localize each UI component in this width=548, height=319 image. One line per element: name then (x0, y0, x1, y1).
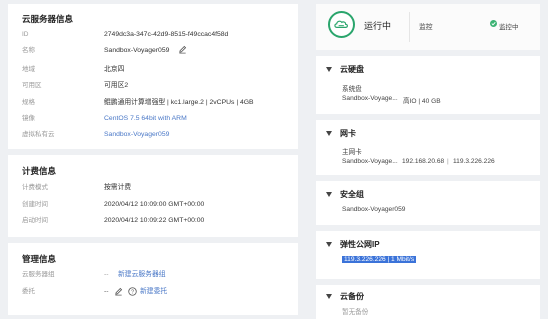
create-delegate-link[interactable]: 新建委托 (140, 287, 167, 297)
vpc-link[interactable]: Sandbox-Voyager059 (104, 130, 169, 140)
label-image: 镜像 (22, 115, 35, 122)
monitor-status-dot (490, 20, 497, 27)
security-group-link[interactable]: Sandbox-Voyager059 (342, 206, 405, 213)
info-row-az: 可用区 可用区2 (22, 81, 292, 91)
value-id: 2749dc3a-347c-42d9-8515-f49ccac4f58d (104, 31, 229, 38)
label-az: 可用区 (22, 82, 42, 89)
nic-name: Sandbox-Voyage... (342, 158, 398, 165)
label-vpc: 虚拟私有云 (22, 131, 55, 138)
backup-title[interactable]: 云备份 (340, 291, 364, 302)
server-info-card: 云服务器信息 ID 2749dc3a-347c-42d9-8515-f49cca… (8, 4, 298, 149)
label-started: 启动时间 (22, 217, 48, 224)
billing-row-mode: 计费模式 按需计费 (22, 183, 292, 193)
mgmt-row-delegate: 委托 -- ? 新建委托 (22, 287, 292, 297)
info-row-image: 镜像 CentOS 7.5 64bit with ARM (22, 114, 292, 124)
server-group-empty: -- (104, 271, 109, 278)
disk-card: 云硬盘 系统盘 Sandbox-Voyage... 高IO | 40 GB (316, 56, 540, 114)
create-server-group-link[interactable]: 新建云服务器组 (118, 270, 166, 280)
server-info-title: 云服务器信息 (22, 14, 74, 24)
nic-collapse-caret[interactable] (326, 131, 332, 136)
info-row-name: 名称 Sandbox-Voyager059 (22, 45, 292, 58)
management-title: 管理信息 (22, 254, 57, 264)
nic-title[interactable]: 网卡 (340, 128, 356, 139)
info-row-id: ID 2749dc3a-347c-42d9-8515-f49ccac4f58d (22, 30, 292, 40)
value-billing-mode: 按需计费 (104, 184, 132, 191)
edit-delegate-icon[interactable] (114, 287, 123, 300)
label-region: 地域 (22, 66, 35, 73)
info-row-flavor: 规格 鲲鹏通用计算增强型 | kc1.large.2 | 2vCPUs | 4G… (22, 98, 302, 108)
label-server-group: 云服务器组 (22, 271, 55, 278)
image-link[interactable]: CentOS 7.5 64bit with ARM (104, 114, 187, 124)
info-row-vpc: 虚拟私有云 Sandbox-Voyager059 (22, 130, 292, 140)
value-region: 北京四 (104, 66, 125, 73)
nic-private-ip: 192.168.20.68 (402, 158, 445, 165)
value-az: 可用区2 (104, 82, 129, 89)
value-started: 2020/04/12 10:09:22 GMT+00:00 (104, 217, 205, 224)
disk-name-link[interactable]: Sandbox-Voyage... (342, 95, 398, 102)
value-created: 2020/04/12 10:09:00 GMT+00:00 (104, 201, 205, 208)
eip-value[interactable]: 119.3.226.226 | 1 Mbit/s (342, 256, 417, 263)
value-flavor: 鲲鹏通用计算增强型 | kc1.large.2 | 2vCPUs | 4GB (104, 99, 254, 106)
security-group-title[interactable]: 安全组 (340, 189, 364, 200)
eip-value-selected[interactable]: 119.3.226.226 | 1 Mbit/s (342, 256, 417, 263)
security-group-card: 安全组 Sandbox-Voyager059 (316, 181, 540, 225)
monitor-label[interactable]: 监控 (419, 21, 433, 31)
delegate-empty: -- (104, 288, 109, 295)
security-group-caret[interactable] (326, 192, 332, 197)
billing-card: 计费信息 计费模式 按需计费 创建时间 2020/04/12 10:09:00 … (8, 155, 298, 237)
label-name: 名称 (22, 47, 35, 54)
cloud-server-icon (334, 20, 348, 28)
help-circle-icon[interactable]: ? (128, 287, 137, 300)
billing-row-created: 创建时间 2020/04/12 10:09:00 GMT+00:00 (22, 200, 292, 210)
status-divider (409, 12, 410, 42)
label-billing-mode: 计费模式 (22, 184, 48, 191)
eip-card: 弹性公网IP 119.3.226.226 | 1 Mbit/s (316, 231, 540, 279)
status-text: 运行中 (364, 21, 392, 31)
label-flavor: 规格 (22, 99, 35, 106)
eip-collapse-caret[interactable] (326, 242, 332, 247)
billing-title: 计费信息 (22, 166, 57, 176)
disk-type: 系统盘 (342, 86, 362, 93)
monitor-status-text: 监控中 (499, 24, 519, 31)
nic-eip-link[interactable]: 119.3.226.226 (453, 158, 495, 165)
backup-empty: 暂无备份 (342, 309, 369, 316)
disk-title[interactable]: 云硬盘 (340, 64, 364, 75)
backup-card: 云备份 暂无备份 (316, 285, 540, 319)
mgmt-row-group: 云服务器组 -- 新建云服务器组 (22, 270, 292, 280)
label-id: ID (22, 31, 29, 38)
backup-collapse-caret[interactable] (326, 294, 332, 299)
disk-collapse-caret[interactable] (326, 67, 332, 72)
label-created: 创建时间 (22, 201, 48, 208)
value-name: Sandbox-Voyager059 (104, 47, 170, 54)
svg-text:?: ? (131, 290, 134, 296)
edit-pencil-icon[interactable] (178, 45, 187, 58)
info-row-region: 地域 北京四 (22, 65, 292, 75)
billing-row-started: 启动时间 2020/04/12 10:09:22 GMT+00:00 (22, 216, 292, 226)
management-card: 管理信息 云服务器组 -- 新建云服务器组 委托 -- ? 新建委托 (8, 243, 298, 315)
server-status-badge (328, 11, 355, 38)
eip-title[interactable]: 弹性公网IP (340, 239, 380, 250)
label-delegate: 委托 (22, 288, 35, 295)
disk-detail: 高IO | 40 GB (403, 98, 441, 105)
nic-card: 网卡 主网卡 Sandbox-Voyage... 192.168.20.68 |… (316, 120, 540, 175)
nic-separator: | (447, 158, 449, 165)
nic-type: 主网卡 (342, 149, 362, 156)
